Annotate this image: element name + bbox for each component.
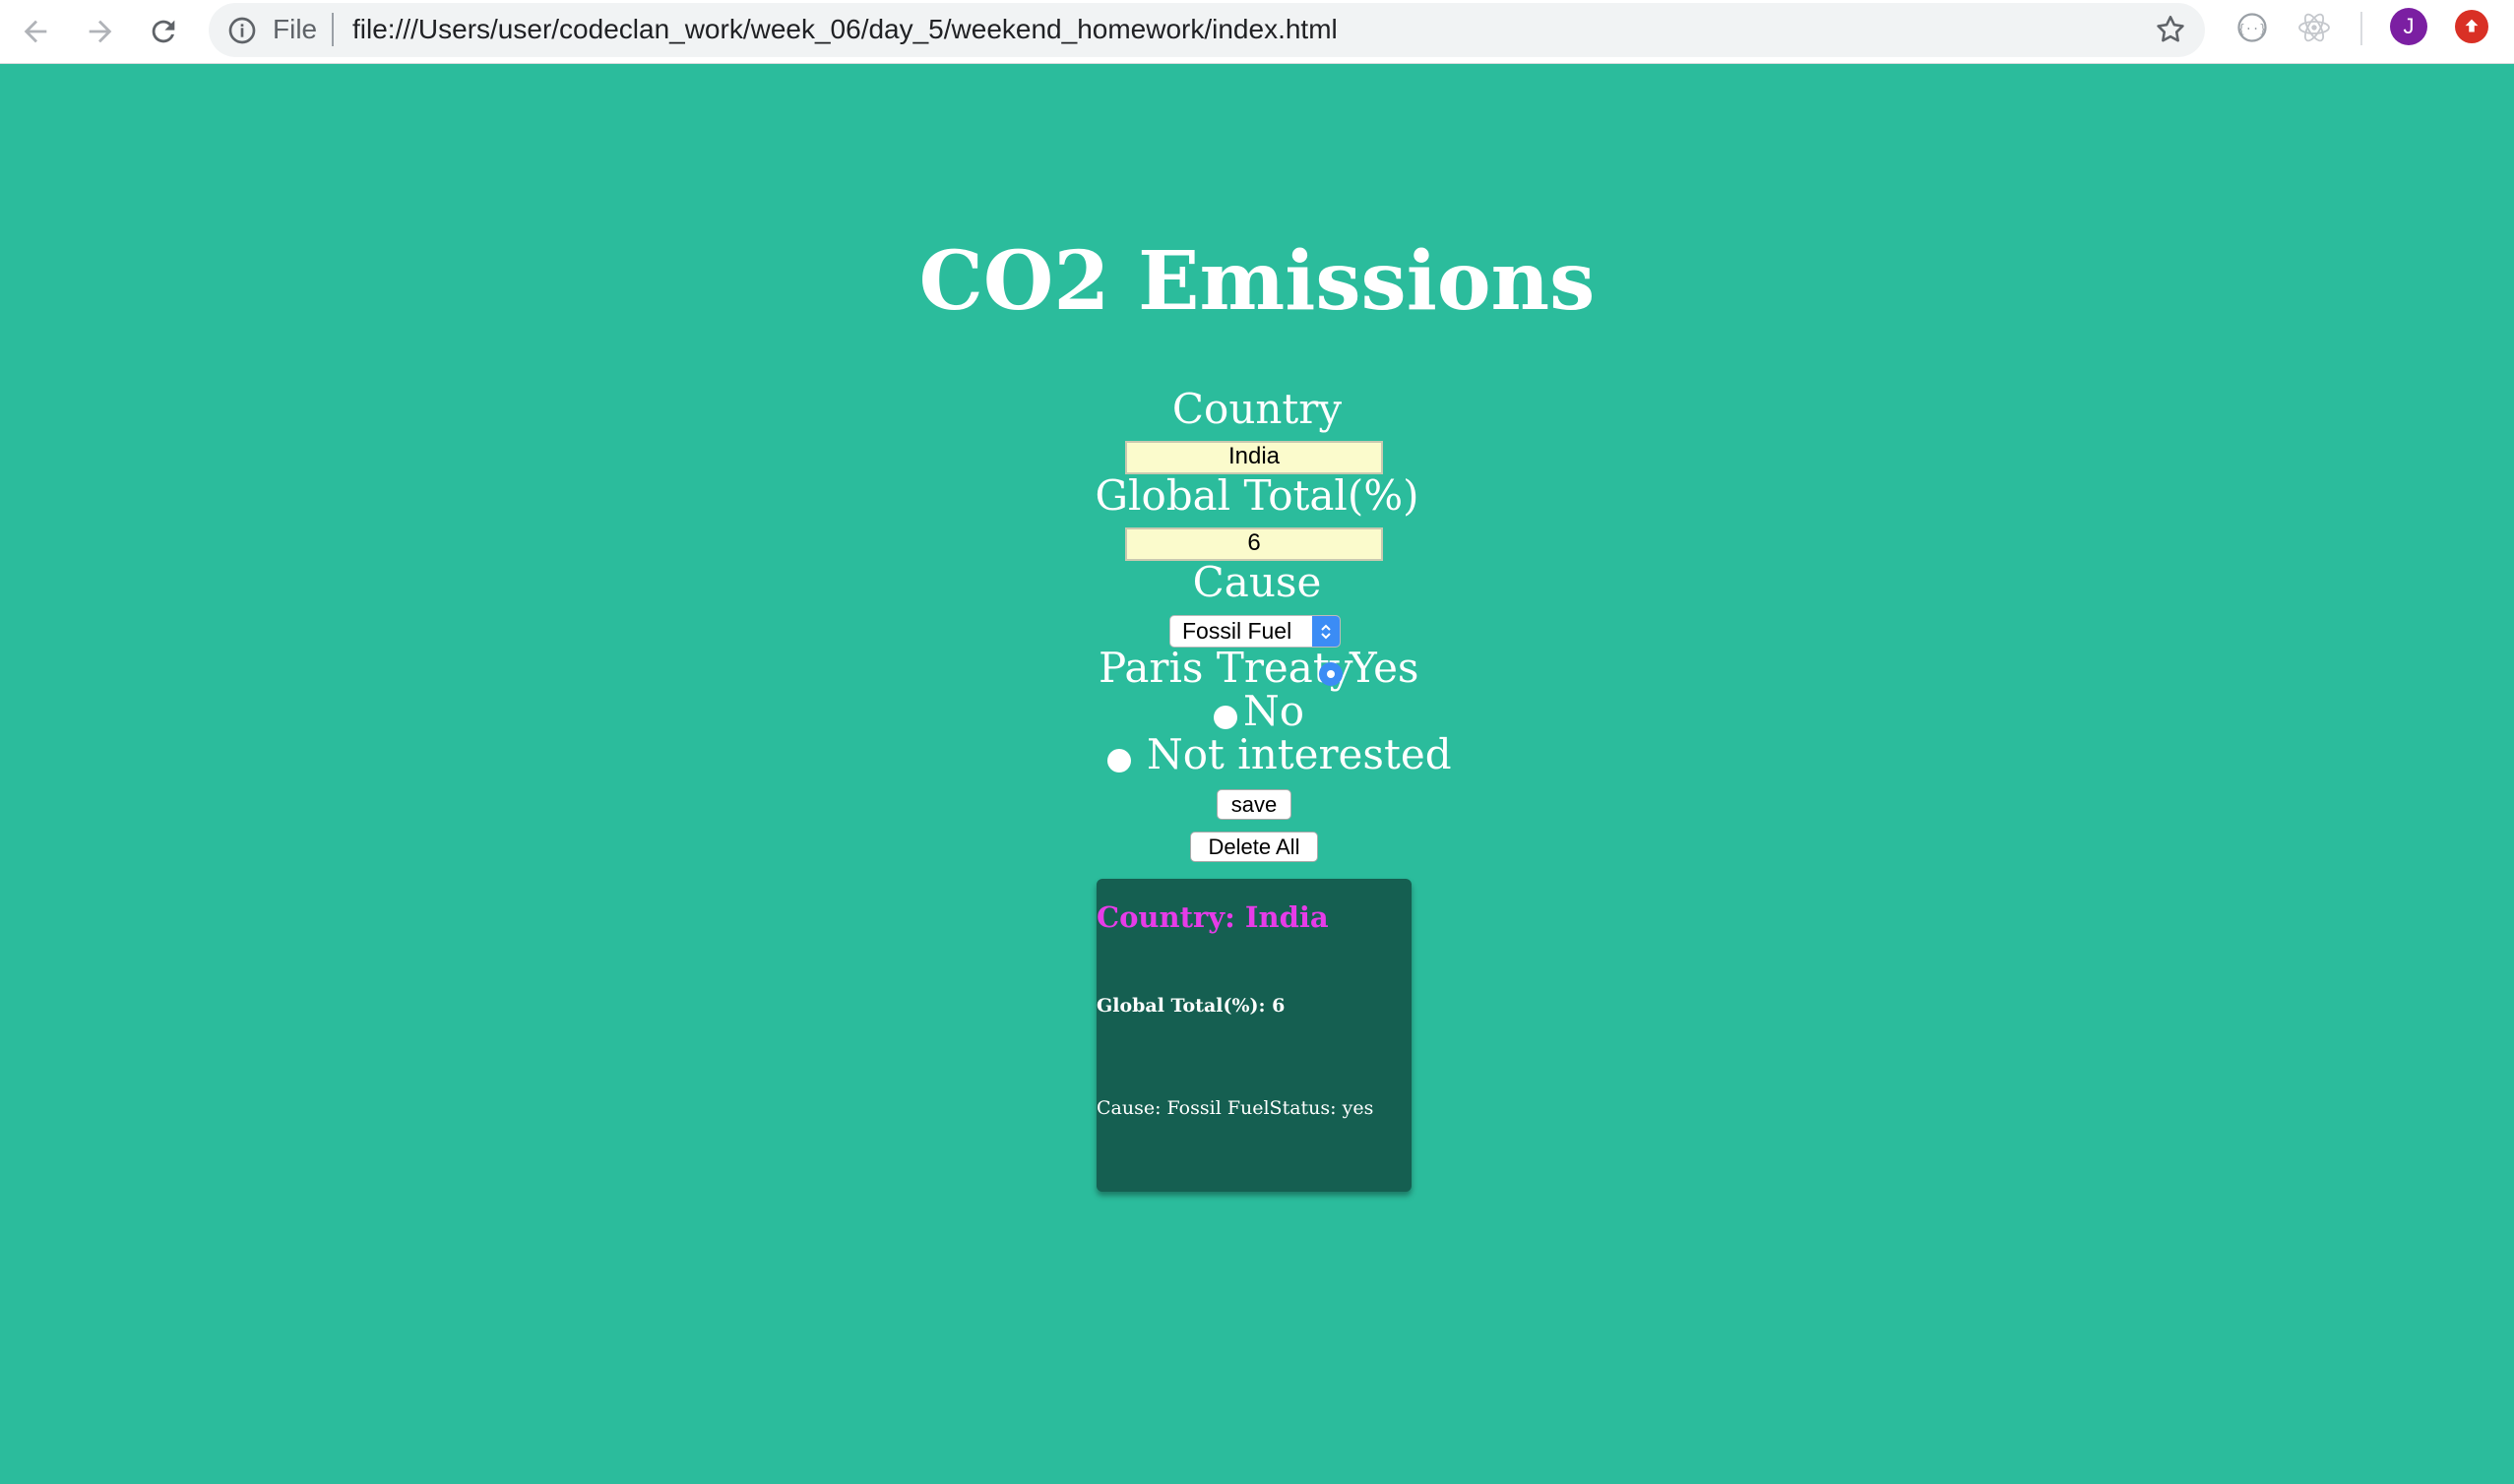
update-arrow-icon[interactable]	[2455, 10, 2488, 43]
url-text[interactable]: file:///Users/user/codeclan_work/week_06…	[352, 14, 1338, 45]
profile-avatar[interactable]: J	[2390, 8, 2427, 45]
global-total-input-value: 6	[1247, 529, 1261, 556]
country-input[interactable]: India	[1125, 441, 1383, 474]
card-global-total: Global Total(%): 6	[1097, 995, 1286, 1017]
delete-all-button[interactable]: Delete All	[1190, 832, 1318, 862]
reload-button[interactable]	[140, 8, 187, 55]
global-total-label: Global Total(%)	[1095, 471, 1419, 520]
toolbar-separator	[2360, 12, 2362, 45]
radio-no[interactable]	[1214, 706, 1237, 729]
card-cause-status: Cause: Fossil FuelStatus: yes	[1097, 1097, 1374, 1119]
extension-icon[interactable]: {··}	[2234, 10, 2270, 45]
page-title: CO2 Emissions	[918, 234, 1596, 329]
radio-not-interested-label: Not interested	[1147, 730, 1452, 778]
bookmark-star-icon[interactable]	[2154, 13, 2187, 46]
country-input-value: India	[1227, 443, 1281, 469]
address-bar[interactable]: File file:///Users/user/codeclan_work/we…	[209, 3, 2205, 57]
forward-button[interactable]	[77, 8, 124, 55]
page-content: CO2 Emissions Country India Global Total…	[0, 64, 2514, 1484]
back-arrow-icon	[24, 20, 47, 43]
card-country: Country: India	[1097, 900, 1329, 934]
reload-icon	[152, 20, 175, 43]
forward-arrow-icon	[89, 20, 112, 43]
radio-no-label: No	[1243, 687, 1305, 735]
cause-label: Cause	[1192, 558, 1322, 606]
global-total-input[interactable]: 6	[1125, 527, 1383, 561]
back-button[interactable]	[12, 8, 59, 55]
emission-card: Country: India Global Total(%): 6 Cause:…	[1097, 879, 1412, 1192]
paris-treaty-label: Paris Treaty	[1099, 644, 1353, 692]
radio-yes[interactable]	[1319, 662, 1343, 686]
radio-yes-label: Yes	[1350, 644, 1419, 692]
info-icon[interactable]	[226, 15, 258, 46]
cause-select-value: Fossil Fuel	[1182, 618, 1292, 644]
radio-not-interested[interactable]	[1107, 749, 1131, 773]
select-arrows-icon	[1312, 616, 1340, 647]
browser-toolbar: File file:///Users/user/codeclan_work/we…	[0, 0, 2514, 64]
react-devtools-icon[interactable]	[2296, 10, 2332, 45]
save-button[interactable]: save	[1217, 789, 1291, 820]
file-label: File	[273, 14, 318, 44]
country-label: Country	[1171, 385, 1343, 433]
svg-text:{··}: {··}	[2238, 22, 2267, 35]
address-separator	[332, 13, 334, 46]
